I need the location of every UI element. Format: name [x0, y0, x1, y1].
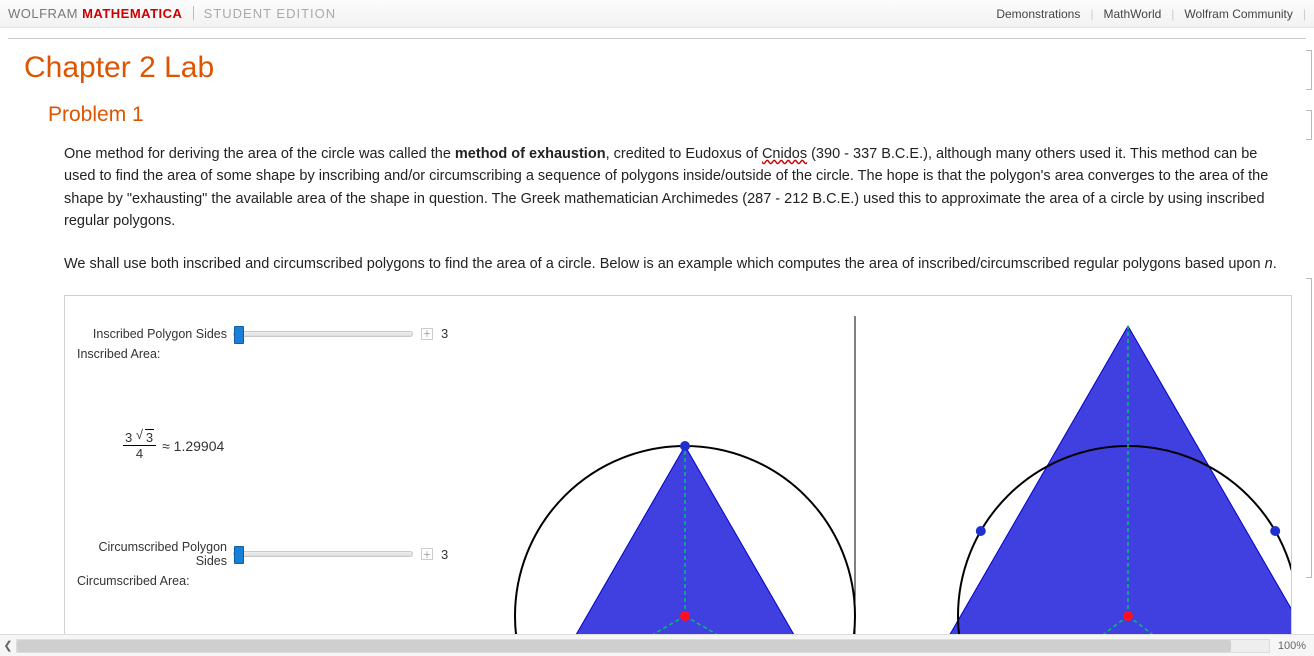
cell-bracket-icon[interactable]	[1306, 110, 1312, 140]
horizontal-scrollbar[interactable]	[16, 639, 1270, 653]
inscribed-slider[interactable]	[233, 331, 413, 337]
spell-marked-cnidos: Cnidos	[762, 146, 807, 162]
inscribed-slider-expand-icon[interactable]: ＋	[421, 328, 433, 340]
inscribed-area-label: Inscribed Area:	[77, 347, 465, 361]
problem-title: Problem 1	[48, 103, 1302, 127]
circumscribed-plot	[888, 316, 1291, 654]
horizontal-scrollbar-thumb[interactable]	[17, 640, 1231, 652]
manipulate-panel: Inscribed Polygon Sides ＋ 3 Inscribed Ar…	[64, 295, 1292, 655]
link-mathworld[interactable]: MathWorld	[1093, 7, 1171, 21]
link-demonstrations[interactable]: Demonstrations	[986, 7, 1090, 21]
inscribed-slider-label: Inscribed Polygon Sides	[73, 327, 233, 341]
circumscribed-area-label: Circumscribed Area:	[77, 574, 465, 588]
inscribed-area-value: 3 3 4 ≈ 1.29904	[123, 431, 465, 460]
link-wolfram-community[interactable]: Wolfram Community	[1174, 7, 1302, 21]
zoom-level[interactable]: 100%	[1270, 640, 1314, 652]
inscribed-slider-thumb[interactable]	[234, 326, 244, 344]
paragraph-1: One method for deriving the area of the …	[64, 143, 1292, 233]
inscribed-plot	[485, 316, 888, 654]
controls-column: Inscribed Polygon Sides ＋ 3 Inscribed Ar…	[65, 296, 465, 588]
cell-bracket-icon[interactable]	[1306, 50, 1312, 90]
inscribed-slider-row: Inscribed Polygon Sides ＋ 3	[73, 326, 465, 341]
circumscribed-slider-expand-icon[interactable]: ＋	[421, 548, 433, 560]
chapter-title: Chapter 2 Lab	[24, 51, 1302, 85]
circumscribed-slider-label: Circumscribed Polygon Sides	[73, 540, 233, 568]
status-bar: ❮ 100%	[0, 634, 1314, 656]
brand: WOLFRAM MATHEMATICA STUDENT EDITION	[8, 6, 336, 21]
paragraph-2: We shall use both inscribed and circumsc…	[64, 253, 1292, 275]
notebook-content: Chapter 2 Lab Problem 1 One method for d…	[0, 39, 1314, 655]
circumscribed-slider-thumb[interactable]	[234, 546, 244, 564]
graphics-column	[485, 316, 1291, 654]
scroll-left-icon[interactable]: ❮	[0, 639, 16, 652]
inscribed-slider-value: 3	[441, 326, 448, 341]
top-links: Demonstrations | MathWorld | Wolfram Com…	[986, 7, 1306, 21]
circumscribed-slider[interactable]	[233, 551, 413, 557]
app-topbar: WOLFRAM MATHEMATICA STUDENT EDITION Demo…	[0, 0, 1314, 28]
circumscribed-slider-row: Circumscribed Polygon Sides ＋ 3	[73, 540, 465, 568]
cell-bracket-icon[interactable]	[1306, 278, 1312, 578]
circumscribed-slider-value: 3	[441, 547, 448, 562]
